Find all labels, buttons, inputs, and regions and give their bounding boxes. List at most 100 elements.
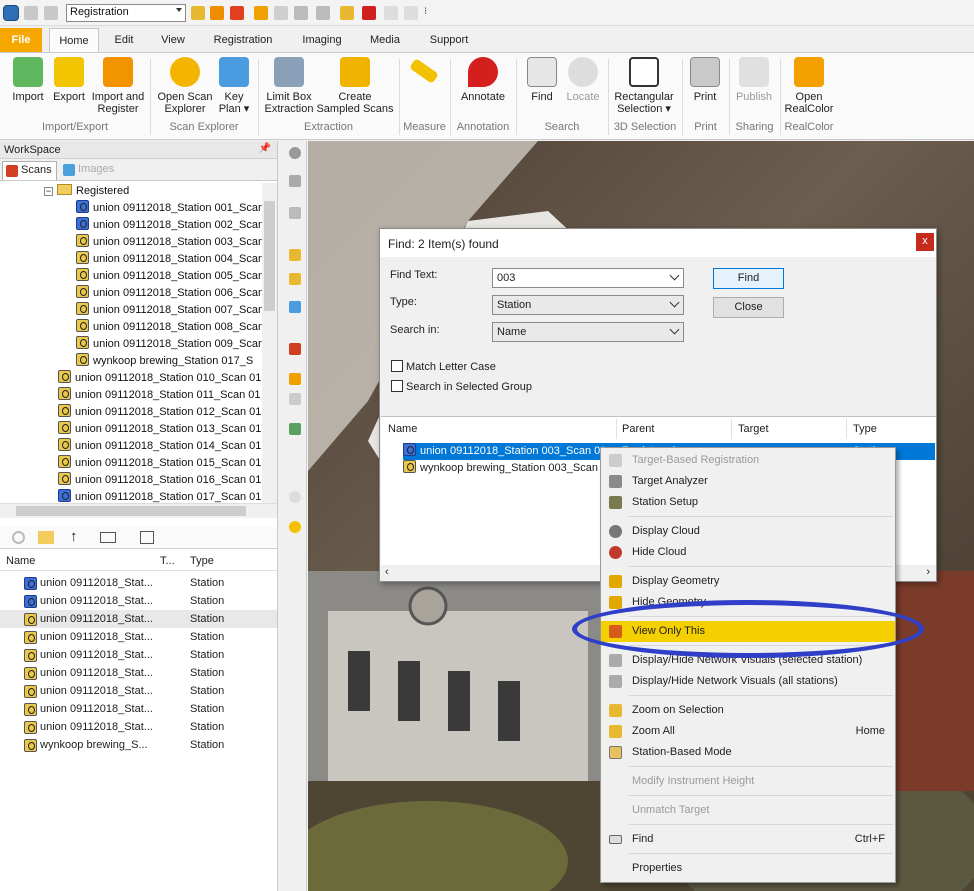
tab-scans[interactable]: Scans <box>2 161 57 180</box>
rectangular-selection-button[interactable]: Rectangular Selection ▾ <box>610 57 678 115</box>
match-case-checkbox[interactable]: Match Letter Case <box>391 360 496 373</box>
document-icon[interactable] <box>294 6 308 20</box>
find-text-input[interactable]: 003 <box>492 268 684 288</box>
import-register-button[interactable]: Import and Register <box>89 57 147 115</box>
checkbox-box[interactable] <box>391 380 403 392</box>
tree-item[interactable]: union 09112018_Station 004_Scan <box>76 251 262 268</box>
shield-icon[interactable] <box>230 6 244 20</box>
list-item[interactable]: union 09112018_Stat... Station <box>0 574 277 592</box>
tab-images[interactable]: Images <box>60 161 118 180</box>
tab-registration[interactable]: Registration <box>205 28 281 52</box>
close-icon[interactable]: x <box>916 233 934 251</box>
ground-icon[interactable] <box>289 423 301 435</box>
locate-button[interactable]: Locate <box>563 57 603 103</box>
layers-icon[interactable] <box>289 393 301 405</box>
view-options-icon[interactable] <box>100 532 116 543</box>
list-item[interactable]: union 09112018_Stat... Station <box>0 700 277 718</box>
measure-icon[interactable] <box>340 6 354 20</box>
more-icon[interactable]: ⁝ <box>424 6 430 20</box>
zoom-icon[interactable] <box>289 249 301 261</box>
menu-zoom-on-selection[interactable]: Zoom on Selection <box>601 700 895 721</box>
annotate-icon[interactable] <box>362 6 376 20</box>
measure-button[interactable] <box>404 57 444 91</box>
search-icon[interactable] <box>210 6 224 20</box>
hand-icon[interactable] <box>289 207 301 219</box>
open-scan-explorer-button[interactable]: Open Scan Explorer <box>155 57 215 115</box>
workflow-select[interactable]: Registration <box>66 4 186 22</box>
tree-item[interactable]: wynkoop brewing_Station 017_S <box>76 353 253 370</box>
scroll-left-icon[interactable]: ‹ <box>385 566 389 578</box>
open-icon[interactable] <box>191 6 205 20</box>
redo-icon[interactable] <box>44 6 58 20</box>
tab-file[interactable]: File <box>0 28 42 52</box>
key-plan-button[interactable]: Key Plan ▾ <box>216 57 252 115</box>
column-name[interactable]: Name <box>388 423 417 435</box>
tree-item[interactable]: union 09112018_Station 006_Scan <box>76 285 262 302</box>
tab-edit[interactable]: Edit <box>106 28 142 52</box>
tree-item[interactable]: union 09112018_Station 010_Scan 01 <box>58 370 261 387</box>
list-item[interactable]: union 09112018_Stat... Station <box>0 646 277 664</box>
warning-icon[interactable] <box>289 373 301 385</box>
tree-item[interactable]: union 09112018_Station 013_Scan 01 <box>58 421 261 438</box>
tree-item[interactable]: union 09112018_Station 007_Scan <box>76 302 262 319</box>
tab-media[interactable]: Media <box>362 28 408 52</box>
search-in-select[interactable]: Name <box>492 322 684 342</box>
tab-support[interactable]: Support <box>420 28 478 52</box>
checkbox-box[interactable] <box>391 360 403 372</box>
type-select[interactable]: Station <box>492 295 684 315</box>
menu-unmatch-target[interactable]: Unmatch Target <box>601 800 895 821</box>
walk-icon[interactable] <box>289 175 301 187</box>
tree-item[interactable]: union 09112018_Station 008_Scan <box>76 319 262 336</box>
menu-target-based-registration[interactable]: Target-Based Registration <box>601 450 895 471</box>
new-group-icon[interactable] <box>38 531 54 544</box>
limit-box-button[interactable]: Limit Box Extraction <box>262 57 316 115</box>
scrollbar-thumb[interactable] <box>16 506 246 516</box>
tree-item[interactable]: union 09112018_Station 017_Scan 01 <box>58 489 261 503</box>
folder-icon[interactable] <box>254 6 268 20</box>
find-dialog-find-button[interactable]: Find <box>713 268 784 289</box>
tab-view[interactable]: View <box>152 28 194 52</box>
tree-item[interactable]: union 09112018_Station 016_Scan 01 <box>58 472 261 489</box>
list-item[interactable]: union 09112018_Stat... Station <box>0 592 277 610</box>
tree-vertical-scrollbar[interactable] <box>262 183 277 504</box>
app-icon[interactable] <box>3 5 19 21</box>
up-arrow-icon[interactable]: ↑ <box>70 528 78 545</box>
publish-button[interactable]: Publish <box>732 57 776 103</box>
tree-item[interactable]: union 09112018_Station 005_Scan <box>76 268 262 285</box>
tree-item[interactable]: union 09112018_Station 015_Scan 01 <box>58 455 261 472</box>
menu-zoom-all[interactable]: Zoom All Home <box>601 721 895 742</box>
export-button[interactable]: Export <box>50 57 88 103</box>
tree-folder-registered[interactable]: − Registered <box>44 183 129 200</box>
menu-display-geometry[interactable]: Display Geometry <box>601 571 895 592</box>
column-type[interactable]: Type <box>190 555 214 567</box>
menu-modify-instrument-height[interactable]: Modify Instrument Height <box>601 771 895 792</box>
result-row[interactable]: wynkoop brewing_Station 003_Scan 01 <box>403 460 613 477</box>
import-button[interactable]: Import <box>8 57 48 103</box>
tab-home[interactable]: Home <box>49 28 99 52</box>
open-realcolor-button[interactable]: Open RealColor <box>783 57 835 115</box>
list-item[interactable]: wynkoop brewing_S... Station <box>0 736 277 754</box>
save-icon[interactable] <box>274 6 288 20</box>
undo-icon[interactable] <box>24 6 38 20</box>
tree-item[interactable]: union 09112018_Station 011_Scan 01 <box>58 387 261 404</box>
column-type[interactable]: Type <box>853 423 877 435</box>
pen-icon[interactable] <box>384 6 398 20</box>
tree-item[interactable]: union 09112018_Station 001_Scan <box>76 200 262 217</box>
menu-find[interactable]: Find Ctrl+F <box>601 829 895 850</box>
print-icon[interactable] <box>316 6 330 20</box>
list-item[interactable]: union 09112018_Stat... Station <box>0 682 277 700</box>
menu-station-based-mode[interactable]: Station-Based Mode <box>601 742 895 763</box>
export-list-icon[interactable] <box>140 531 154 544</box>
menu-target-analyzer[interactable]: Target Analyzer <box>601 471 895 492</box>
create-sampled-scans-button[interactable]: Create Sampled Scans <box>316 57 394 115</box>
search-icon[interactable] <box>12 531 25 544</box>
tree-item[interactable]: union 09112018_Station 014_Scan 01 <box>58 438 261 455</box>
tab-imaging[interactable]: Imaging <box>292 28 352 52</box>
collapse-icon[interactable]: − <box>44 187 53 196</box>
list-item[interactable]: union 09112018_Stat... Station <box>0 718 277 736</box>
tree-item[interactable]: union 09112018_Station 012_Scan 01 <box>58 404 261 421</box>
render-icon[interactable] <box>289 343 301 355</box>
list-item[interactable]: union 09112018_Stat... Station <box>0 610 277 628</box>
column-t[interactable]: T... <box>160 555 175 567</box>
menu-hide-cloud[interactable]: Hide Cloud <box>601 542 895 563</box>
